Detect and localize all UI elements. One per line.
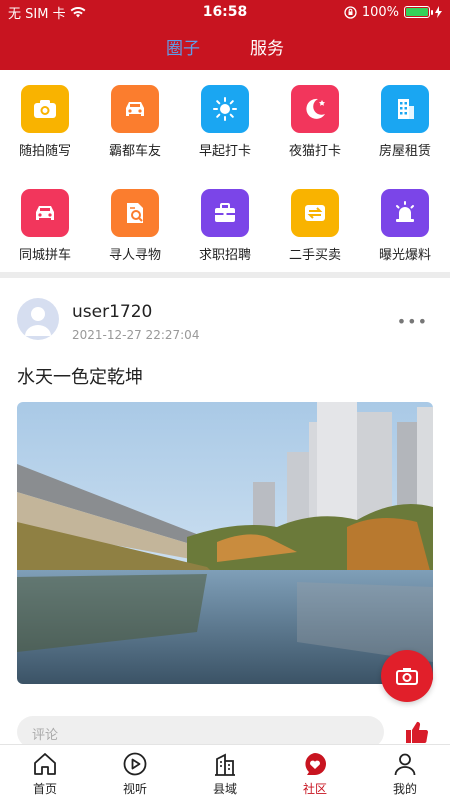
post-timestamp: 2021-12-27 22:27:04 [72, 328, 200, 342]
category-badu-car[interactable]: 霸都车友 [90, 85, 180, 159]
category-label: 夜猫打卡 [288, 144, 341, 159]
category-secondhand[interactable]: 二手买卖 [270, 189, 360, 263]
tab-home[interactable]: 首页 [0, 745, 90, 800]
camera-fab-button[interactable] [381, 650, 433, 702]
person-icon [394, 753, 416, 776]
category-label: 房屋租赁 [378, 144, 431, 159]
battery-icon [404, 6, 433, 18]
thumbs-up-icon[interactable] [404, 719, 430, 745]
tab-label: 县域 [212, 782, 237, 796]
search-document-icon [111, 189, 159, 237]
category-night-checkin[interactable]: 夜猫打卡 [270, 85, 360, 159]
status-bar: 无 SIM 卡 16:58 100% [0, 0, 450, 24]
category-carpool[interactable]: 同城拼车 [0, 189, 90, 263]
post-username[interactable]: user1720 [72, 302, 152, 322]
siren-icon [381, 189, 429, 237]
tab-label: 社区 [302, 782, 327, 796]
play-icon [123, 752, 147, 776]
tab-label: 首页 [32, 782, 57, 796]
heart-chat-icon [305, 753, 326, 775]
home-icon [34, 753, 56, 775]
tab-label: 我的 [392, 782, 417, 796]
category-exposure[interactable]: 曝光爆料 [360, 189, 450, 263]
section-divider [0, 272, 450, 278]
tab-county[interactable]: 县域 [180, 745, 270, 800]
building-icon [381, 85, 429, 133]
avatar[interactable] [17, 298, 59, 340]
category-jobs[interactable]: 求职招聘 [180, 189, 270, 263]
tab-service[interactable]: 服务 [250, 34, 284, 59]
building-icon [215, 753, 235, 776]
tab-video[interactable]: 视听 [90, 745, 180, 800]
camera-icon [396, 668, 418, 685]
category-suipai[interactable]: 随拍随写 [0, 85, 90, 159]
exchange-icon [291, 189, 339, 237]
category-label: 曝光爆料 [378, 248, 431, 263]
category-rental[interactable]: 房屋租赁 [360, 85, 450, 159]
category-label: 早起打卡 [198, 144, 251, 159]
briefcase-icon [201, 189, 249, 237]
bottom-tab-bar: 首页 视听 县域 社区 我的 [0, 744, 450, 800]
moon-icon [291, 85, 339, 133]
category-label: 求职招聘 [198, 248, 251, 263]
category-label: 随拍随写 [18, 144, 71, 159]
tab-mine[interactable]: 我的 [360, 745, 450, 800]
car-icon [111, 85, 159, 133]
post-photo[interactable] [17, 402, 433, 684]
category-lost-found[interactable]: 寻人寻物 [90, 189, 180, 263]
car-icon [21, 189, 69, 237]
tab-label: 视听 [122, 782, 147, 796]
category-label: 寻人寻物 [108, 248, 161, 263]
tab-community[interactable]: 社区 [270, 745, 360, 800]
clock: 16:58 [202, 4, 248, 20]
app-header: 无 SIM 卡 16:58 100% 圈子 服务 [0, 0, 450, 70]
post-content: 水天一色定乾坤 [17, 367, 143, 388]
category-grid: 随拍随写 霸都车友 早起打卡 夜猫打卡 房屋租赁 同城拼车 寻人寻物 求职招聘 … [0, 85, 450, 263]
more-options-icon[interactable]: ••• [397, 312, 428, 331]
top-tabs: 圈子 服务 [0, 34, 450, 59]
category-label: 二手买卖 [288, 248, 341, 263]
category-label: 同城拼车 [18, 248, 71, 263]
sun-icon [201, 85, 249, 133]
category-early-checkin[interactable]: 早起打卡 [180, 85, 270, 159]
tab-circle[interactable]: 圈子 [166, 34, 200, 59]
category-label: 霸都车友 [108, 144, 161, 159]
camera-icon [21, 85, 69, 133]
